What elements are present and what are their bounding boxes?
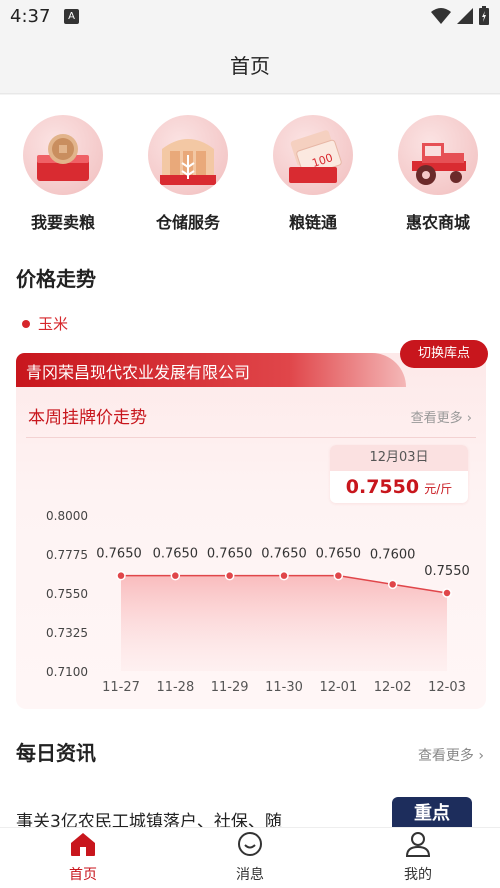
- price-value-label: 0.7600: [370, 547, 416, 562]
- status-icons: [430, 6, 490, 26]
- status-time: 4:37: [10, 6, 51, 27]
- quick-label: 仓储服务: [155, 213, 220, 232]
- news-section-title: 每日资讯: [16, 741, 96, 765]
- price-point: [387, 579, 398, 590]
- price-point: [224, 570, 235, 581]
- crop-dot: [22, 319, 30, 328]
- crop-tag[interactable]: 玉米: [22, 313, 68, 334]
- price-value-label: 0.7650: [261, 547, 307, 562]
- tractor-icon: [398, 115, 478, 195]
- quick-item-storage[interactable]: 仓储服务: [133, 115, 243, 233]
- tab-mine[interactable]: 我的: [368, 830, 468, 884]
- price-point: [116, 570, 126, 581]
- user-icon: [405, 832, 431, 857]
- signal-icon: [457, 8, 473, 24]
- wifi-icon: [431, 8, 451, 24]
- news-headline[interactable]: 事关3亿农民工城镇落户、社保、随: [16, 807, 396, 827]
- battery-icon: [479, 6, 489, 25]
- quick-label: 粮链通: [288, 213, 337, 232]
- price-chart: 0.8000 0.7775 0.7550 0.7325 0.7100 0.7650 11-2…: [46, 509, 470, 695]
- price-value-label: 0.7650: [207, 547, 253, 562]
- quick-entries: 我要卖粮 仓储服务 100 粮链通 惠农商城: [0, 115, 500, 235]
- price-value-label: 0.7650: [153, 547, 199, 562]
- news-thumbnail[interactable]: 重点: [392, 797, 472, 827]
- quick-item-sell-grain[interactable]: 我要卖粮: [8, 115, 118, 233]
- home-content[interactable]: 我要卖粮 仓储服务 100 粮链通 惠农商城 价格走势 玉米 青冈荣昌现代农业发…: [0, 95, 500, 827]
- x-tick-label: 11-30: [265, 680, 303, 695]
- x-tick-label: 12-01: [319, 680, 357, 695]
- price-card: 青冈荣昌现代农业发展有限公司 切换库点 本周挂牌价走势 查看更多 › 12月03…: [16, 340, 488, 709]
- page-title: 首页: [230, 54, 270, 78]
- price-point: [442, 588, 452, 598]
- price-value-label: 0.7650: [96, 547, 142, 562]
- x-tick-label: 11-27: [102, 680, 140, 695]
- y-tick-label: 0.8000: [46, 509, 88, 523]
- tab-messages[interactable]: 消息: [200, 830, 300, 884]
- nav-bar: 首页: [0, 34, 500, 94]
- status-bar: 4:37 A: [0, 0, 500, 34]
- price-point: [279, 570, 289, 581]
- y-tick-label: 0.7325: [46, 626, 88, 640]
- price-section-title: 价格走势: [16, 267, 96, 291]
- x-tick-label: 11-28: [156, 680, 194, 695]
- tab-label: 消息: [236, 867, 264, 883]
- tab-label: 我的: [404, 867, 432, 883]
- y-tick-label: 0.7775: [46, 548, 88, 562]
- price-value-label: 0.7550: [424, 564, 470, 579]
- price-area: [121, 575, 447, 671]
- quick-item-grain-chain[interactable]: 100 粮链通: [258, 115, 368, 233]
- tab-bar: 首页 消息 我的: [0, 827, 500, 888]
- money-ticket-icon: 100: [273, 115, 353, 195]
- coin-wallet-icon: [23, 115, 103, 195]
- price-point: [333, 570, 344, 581]
- x-tick-label: 12-03: [428, 680, 466, 695]
- tab-home[interactable]: 首页: [33, 830, 133, 884]
- grain-silo-icon: [148, 115, 228, 195]
- home-icon: [71, 833, 95, 856]
- y-tick-label: 0.7550: [46, 587, 88, 601]
- x-tick-label: 12-02: [374, 680, 412, 695]
- y-tick-label: 0.7100: [46, 665, 88, 679]
- price-point: [170, 570, 181, 581]
- quick-item-mall[interactable]: 惠农商城: [383, 115, 493, 233]
- quick-label: 我要卖粮: [30, 213, 95, 232]
- price-value-label: 0.7650: [316, 547, 362, 562]
- x-tick-label: 11-29: [211, 680, 249, 695]
- message-icon: [238, 832, 262, 856]
- notification-a-icon: A: [64, 9, 79, 24]
- tab-label: 首页: [69, 867, 97, 883]
- quick-label: 惠农商城: [405, 213, 470, 232]
- crop-name: 玉米: [38, 315, 69, 333]
- news-more-link[interactable]: 查看更多 ›: [418, 745, 484, 765]
